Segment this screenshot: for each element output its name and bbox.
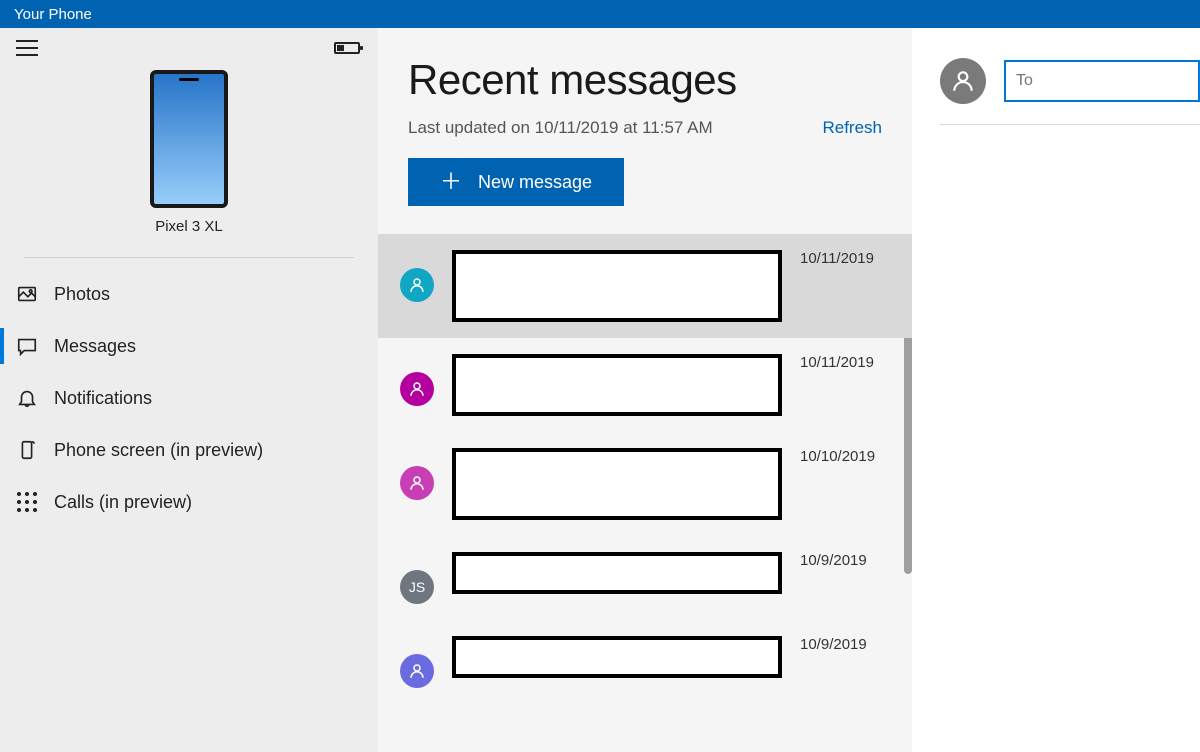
app-body: Pixel 3 XL Photos Messages Notification bbox=[0, 28, 1200, 752]
sidebar-item-label: Notifications bbox=[54, 388, 152, 409]
notifications-icon bbox=[14, 385, 40, 411]
battery-icon bbox=[334, 42, 360, 54]
message-preview-redacted bbox=[452, 636, 782, 678]
conversation-row[interactable]: 10/9/2019 bbox=[378, 620, 912, 704]
refresh-link[interactable]: Refresh bbox=[822, 118, 882, 138]
dialpad-icon bbox=[14, 489, 40, 515]
conversation-row[interactable]: 10/11/2019 bbox=[378, 338, 912, 432]
new-message-label: New message bbox=[478, 172, 592, 193]
to-input[interactable] bbox=[1016, 72, 1188, 90]
sidebar-item-calls[interactable]: Calls (in preview) bbox=[0, 476, 378, 528]
last-updated-text: Last updated on 10/11/2019 at 11:57 AM bbox=[408, 118, 713, 138]
compose-divider bbox=[940, 124, 1200, 125]
conversation-date: 10/11/2019 bbox=[800, 250, 890, 267]
photos-icon bbox=[14, 281, 40, 307]
contact-avatar-icon bbox=[400, 372, 434, 406]
sidebar-item-messages[interactable]: Messages bbox=[0, 320, 378, 372]
message-preview-redacted bbox=[452, 354, 782, 416]
conversation-date: 10/9/2019 bbox=[800, 636, 890, 653]
sidebar-item-label: Phone screen (in preview) bbox=[54, 440, 263, 461]
recipient-avatar-icon bbox=[940, 58, 986, 104]
compose-panel bbox=[912, 28, 1200, 752]
conversation-row[interactable]: 10/10/2019 bbox=[378, 432, 912, 536]
message-preview-redacted bbox=[452, 448, 782, 520]
device-name: Pixel 3 XL bbox=[155, 218, 223, 235]
device-preview: Pixel 3 XL bbox=[0, 62, 378, 249]
app-title: Your Phone bbox=[14, 6, 92, 23]
phone-device-icon bbox=[150, 70, 228, 208]
contact-avatar-icon bbox=[400, 466, 434, 500]
compose-header bbox=[912, 28, 1200, 124]
sidebar-item-photos[interactable]: Photos bbox=[0, 268, 378, 320]
contact-avatar-icon: JS bbox=[400, 570, 434, 604]
titlebar: Your Phone bbox=[0, 0, 1200, 28]
messages-panel: Recent messages Last updated on 10/11/20… bbox=[378, 28, 912, 752]
contact-avatar-icon bbox=[400, 654, 434, 688]
conversation-date: 10/9/2019 bbox=[800, 552, 890, 569]
conversation-list: 10/11/2019 10/11/2019 10/10/2019 JS 10/9/201… bbox=[378, 234, 912, 752]
sidebar-item-phone-screen[interactable]: Phone screen (in preview) bbox=[0, 424, 378, 476]
messages-subrow: Last updated on 10/11/2019 at 11:57 AM R… bbox=[408, 118, 882, 138]
contact-avatar-icon bbox=[400, 268, 434, 302]
conversation-date: 10/11/2019 bbox=[800, 354, 890, 371]
sidebar-divider bbox=[24, 257, 354, 258]
message-preview-redacted bbox=[452, 250, 782, 322]
sidebar-item-label: Messages bbox=[54, 336, 136, 357]
messages-header: Recent messages Last updated on 10/11/20… bbox=[378, 28, 912, 216]
sidebar-top bbox=[0, 28, 378, 62]
sidebar-item-label: Photos bbox=[54, 284, 110, 305]
conversation-date: 10/10/2019 bbox=[800, 448, 890, 465]
sidebar-nav: Photos Messages Notifications Phone scre… bbox=[0, 268, 378, 528]
new-message-button[interactable]: ＋ New message bbox=[408, 158, 624, 206]
sidebar-item-label: Calls (in preview) bbox=[54, 492, 192, 513]
phone-screen-icon bbox=[14, 437, 40, 463]
conversation-row[interactable]: 10/11/2019 bbox=[378, 234, 912, 338]
plus-icon: ＋ bbox=[440, 171, 462, 193]
sidebar: Pixel 3 XL Photos Messages Notification bbox=[0, 28, 378, 752]
message-preview-redacted bbox=[452, 552, 782, 594]
messages-icon bbox=[14, 333, 40, 359]
conversation-row[interactable]: JS 10/9/2019 bbox=[378, 536, 912, 620]
hamburger-icon[interactable] bbox=[16, 40, 38, 56]
to-field[interactable] bbox=[1004, 60, 1200, 102]
sidebar-item-notifications[interactable]: Notifications bbox=[0, 372, 378, 424]
messages-title: Recent messages bbox=[408, 56, 882, 104]
